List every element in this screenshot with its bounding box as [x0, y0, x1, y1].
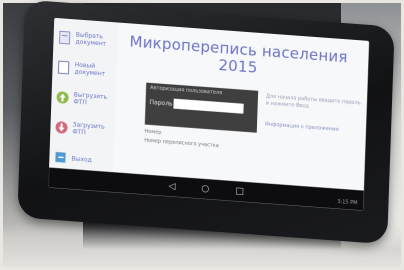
- sidebar-item-label: Выгрузить ФТП: [73, 91, 108, 107]
- exit-icon: [53, 150, 67, 165]
- android-navbar: ◁ ○ □ 3:15 PM: [48, 167, 364, 211]
- help-column: Для начала работы введите пароль и нажми…: [265, 93, 364, 135]
- new-document-icon: [56, 60, 70, 75]
- password-input[interactable]: [173, 98, 244, 114]
- home-icon[interactable]: ○: [201, 184, 209, 195]
- download-icon: [54, 120, 68, 135]
- sidebar-item-label: Новый документ: [74, 61, 106, 78]
- sidebar-item-new-document[interactable]: Новый документ: [56, 52, 115, 86]
- upload-icon: [55, 90, 69, 105]
- photo-frame: Выбрать документ Новый документ Выгрузит…: [3, 0, 401, 267]
- sidebar: Выбрать документ Новый документ Выгрузит…: [49, 17, 119, 173]
- sidebar-item-upload[interactable]: Выгрузить ФТП: [55, 82, 114, 116]
- info-block: Номер Номер переписного участка: [144, 129, 257, 155]
- sidebar-item-label: Выбрать документ: [75, 31, 107, 48]
- help-text: Для начала работы введите пароль и нажми…: [265, 93, 361, 110]
- tablet-screen: Выбрать документ Новый документ Выгрузит…: [48, 17, 370, 211]
- sidebar-item-select-document[interactable]: Выбрать документ: [57, 22, 116, 56]
- document-icon: [57, 30, 71, 45]
- back-icon[interactable]: ◁: [168, 181, 175, 191]
- status-clock: 3:15 PM: [337, 198, 358, 207]
- sidebar-item-label: Выход: [71, 154, 92, 164]
- login-panel: Авторизация пользователя Пароль: [144, 82, 259, 133]
- tablet-device: Выбрать документ Новый документ Выгрузит…: [17, 0, 395, 245]
- sidebar-item-label: Загрузить ФТП: [72, 121, 105, 137]
- page-title: Микроперепись населения 2015: [129, 32, 348, 77]
- recent-apps-icon[interactable]: □: [235, 186, 244, 197]
- info-line-number: Номер: [144, 128, 162, 136]
- about-link[interactable]: Информация о приложении: [265, 121, 363, 135]
- sidebar-item-download[interactable]: Загрузить ФТП: [54, 112, 113, 146]
- password-label: Пароль: [149, 98, 173, 108]
